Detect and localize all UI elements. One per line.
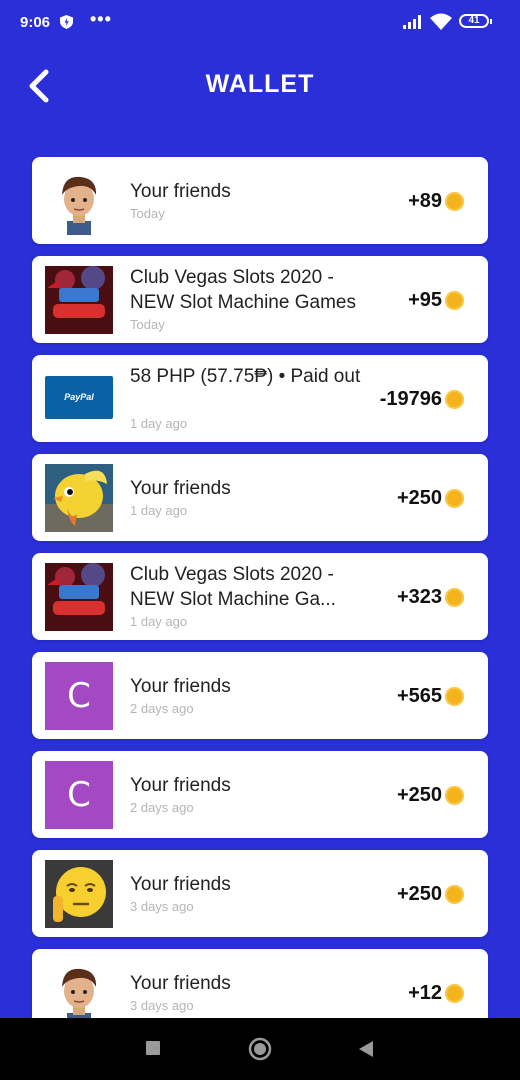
status-bar: 9:06 ••• 41 [0, 0, 520, 44]
transaction-card[interactable]: Your friends 1 day ago +250 [32, 454, 488, 541]
transaction-time: 3 days ago [130, 998, 194, 1013]
transaction-title: Your friends [130, 478, 231, 499]
transaction-title: 58 PHP (57.75₱) • Paid out [130, 366, 361, 387]
system-nav-bar [0, 1018, 520, 1080]
transaction-time: 1 day ago [130, 416, 188, 431]
avatar: C [45, 662, 113, 730]
home-circle-icon[interactable] [248, 1037, 272, 1061]
coin-icon [445, 390, 464, 409]
signal-icon [403, 15, 421, 29]
transaction-amount: +250 [396, 487, 442, 509]
transaction-time: 1 day ago [130, 614, 188, 629]
wifi-icon [430, 13, 452, 30]
transaction-time: 2 days ago [130, 701, 194, 716]
transaction-amount: +565 [396, 685, 442, 707]
header: WALLET [0, 44, 520, 130]
transaction-title: Your friends [130, 973, 231, 994]
transaction-time: Today [130, 206, 165, 221]
recents-square-icon[interactable] [145, 1040, 161, 1056]
status-time: 9:06 [20, 14, 51, 31]
avatar [45, 860, 113, 928]
transaction-card[interactable]: C Your friends 2 days ago +250 [32, 751, 488, 838]
transaction-amount: +12 [408, 982, 442, 1004]
transaction-card[interactable]: Your friends Today +89 [32, 157, 488, 244]
transaction-amount: -19796 [379, 388, 442, 410]
avatar [45, 464, 113, 532]
transaction-card[interactable]: Your friends 3 days ago +12 [32, 949, 488, 1018]
cartoon-boy-avatar-icon [45, 167, 113, 235]
avatar [45, 266, 113, 334]
avatar [45, 959, 113, 1018]
transaction-time: Today [130, 317, 165, 332]
yellow-bird-avatar-icon [45, 464, 113, 532]
coin-icon [445, 291, 464, 310]
transaction-title: Your friends [130, 181, 231, 202]
back-triangle-icon[interactable] [358, 1040, 374, 1058]
shield-icon [60, 15, 73, 29]
paypal-logo-icon: PayPal [45, 376, 113, 419]
transaction-time: 1 day ago [130, 503, 188, 518]
emoji-face-avatar-icon [45, 860, 113, 928]
transaction-amount: +250 [396, 784, 442, 806]
transaction-amount: +323 [396, 586, 442, 608]
cartoon-boy-avatar-icon [45, 959, 113, 1018]
transaction-card[interactable]: C Your friends 2 days ago +565 [32, 652, 488, 739]
avatar: C [45, 761, 113, 829]
transaction-amount: +95 [408, 289, 442, 311]
transaction-title: Club Vegas Slots 2020 - NEW Slot Machine… [130, 564, 336, 610]
transaction-amount: +89 [408, 190, 442, 212]
coin-icon [445, 687, 464, 706]
transaction-time: 2 days ago [130, 800, 194, 815]
page-title: WALLET [205, 70, 315, 98]
transaction-title: Your friends [130, 676, 231, 697]
coin-icon [445, 984, 464, 1003]
battery-icon: 41 [459, 14, 492, 28]
coin-icon [445, 588, 464, 607]
transaction-list[interactable]: Your friends Today +89 Club Vegas Slots … [0, 157, 520, 1018]
transaction-card[interactable]: Club Vegas Slots 2020 - NEW Slot Machine… [32, 256, 488, 343]
club-vegas-logo-icon [45, 563, 113, 631]
transaction-card[interactable]: Club Vegas Slots 2020 - NEW Slot Machine… [32, 553, 488, 640]
coin-icon [445, 192, 464, 211]
transaction-card[interactable]: Your friends 3 days ago +250 [32, 850, 488, 937]
transaction-time: 3 days ago [130, 899, 194, 914]
transaction-title: Club Vegas Slots 2020 - NEW Slot Machine… [130, 267, 356, 313]
notification-dots: ••• [90, 9, 112, 29]
transaction-card[interactable]: PayPal 58 PHP (57.75₱) • Paid out 1 day … [32, 355, 488, 442]
transaction-title: Your friends [130, 775, 231, 796]
avatar [45, 563, 113, 631]
coin-icon [445, 885, 464, 904]
coin-icon [445, 786, 464, 805]
transaction-amount: +250 [396, 883, 442, 905]
club-vegas-logo-icon [45, 266, 113, 334]
transaction-title: Your friends [130, 874, 231, 895]
avatar [45, 167, 113, 235]
coin-icon [445, 489, 464, 508]
